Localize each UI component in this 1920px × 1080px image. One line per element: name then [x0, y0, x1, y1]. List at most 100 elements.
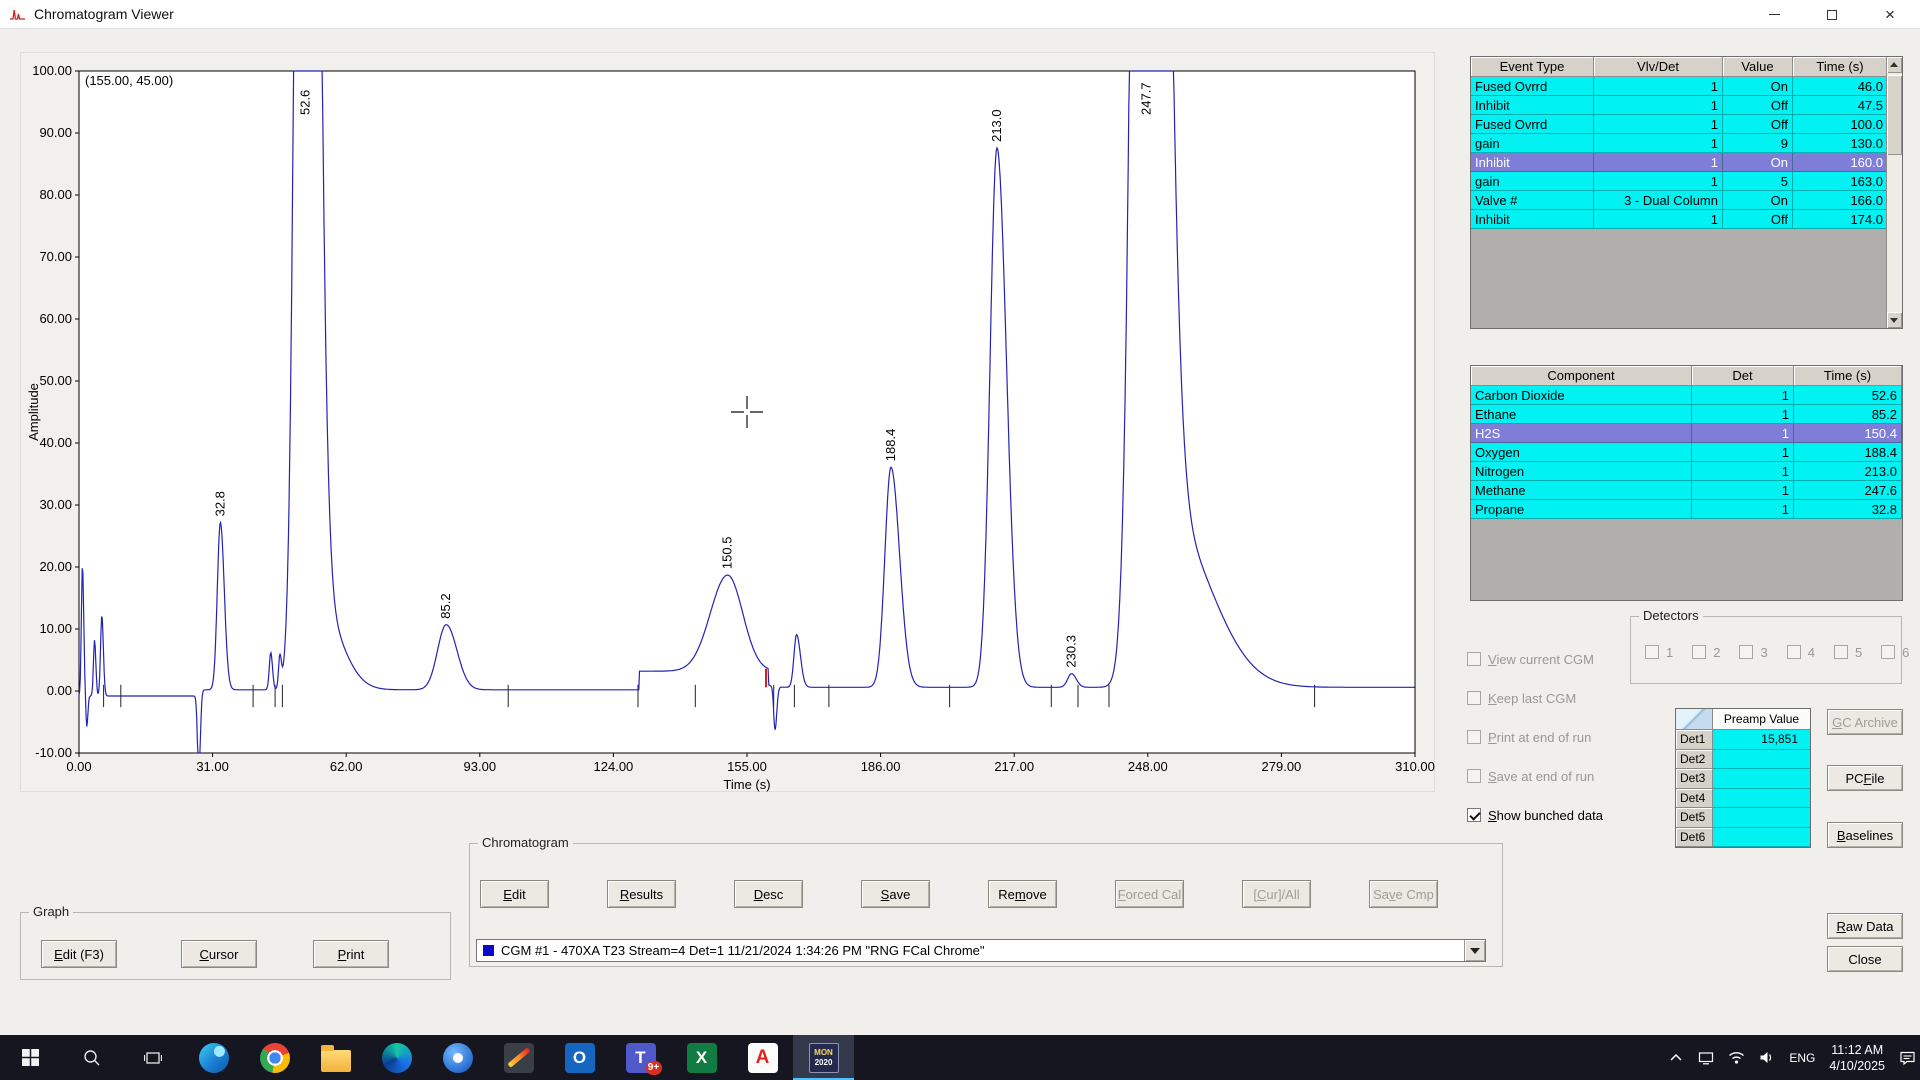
taskbar-clock[interactable]: 11:12 AM 4/10/2025: [1829, 1042, 1885, 1074]
table-cell[interactable]: 1: [1594, 96, 1723, 115]
remove-button[interactable]: Re m ove: [988, 880, 1057, 908]
scroll-up-button[interactable]: [1887, 57, 1902, 73]
table-cell[interactable]: 46.0: [1793, 77, 1888, 96]
table-cell[interactable]: 130.0: [1793, 134, 1888, 153]
event-table-row[interactable]: gain 1 9 130.0: [1471, 134, 1888, 153]
table-cell[interactable]: Propane: [1471, 500, 1692, 519]
table-cell[interactable]: 1: [1692, 462, 1794, 481]
taskbar-app-jabber[interactable]: [427, 1035, 488, 1080]
table-cell[interactable]: 1: [1594, 134, 1723, 153]
event-table-row[interactable]: gain 1 5 163.0: [1471, 172, 1888, 191]
scrollbar-thumb[interactable]: [1887, 75, 1902, 155]
table-cell[interactable]: 1: [1594, 77, 1723, 96]
minimize-button[interactable]: [1751, 0, 1797, 29]
checkbox-box-icon[interactable]: [1467, 652, 1481, 666]
graph-print-button[interactable]: Print: [313, 940, 389, 968]
taskbar-app-pen-tool[interactable]: [488, 1035, 549, 1080]
notification-center-icon[interactable]: [1899, 1050, 1916, 1066]
taskbar-app-teams[interactable]: 9+: [610, 1035, 671, 1080]
start-button[interactable]: [0, 1035, 61, 1080]
table-cell[interactable]: Off: [1723, 96, 1793, 115]
table-cell[interactable]: Ethane: [1471, 405, 1692, 424]
table-cell[interactable]: gain: [1471, 134, 1594, 153]
option-checkbox[interactable]: Print at end of run: [1467, 728, 1677, 746]
baselines-button[interactable]: Baselines: [1827, 822, 1903, 848]
component-table-row[interactable]: Oxygen 1 188.4: [1471, 443, 1902, 462]
desc-button[interactable]: Desc: [734, 880, 803, 908]
event-table-row[interactable]: Valve # 3 - Dual Column On 166.0: [1471, 191, 1888, 210]
table-cell[interactable]: Off: [1723, 115, 1793, 134]
option-checkbox[interactable]: Show bunched data: [1467, 806, 1677, 824]
table-cell[interactable]: 32.8: [1794, 500, 1902, 519]
table-cell[interactable]: Methane: [1471, 481, 1692, 500]
table-cell[interactable]: 150.4: [1794, 424, 1902, 443]
pc-file-button[interactable]: PC File: [1827, 765, 1903, 791]
table-cell[interactable]: 1: [1692, 481, 1794, 500]
event-table-row[interactable]: Inhibit 1 Off 47.5: [1471, 96, 1888, 115]
table-cell[interactable]: 247.6: [1794, 481, 1902, 500]
table-cell[interactable]: 1: [1594, 210, 1723, 229]
table-cell[interactable]: 1: [1594, 115, 1723, 134]
table-cell[interactable]: On: [1723, 77, 1793, 96]
checkbox-box-icon[interactable]: [1467, 730, 1481, 744]
checkbox-box-icon[interactable]: [1467, 808, 1481, 822]
table-cell[interactable]: 1: [1594, 172, 1723, 191]
table-cell[interactable]: 1: [1692, 443, 1794, 462]
taskbar-app-chrome[interactable]: [244, 1035, 305, 1080]
table-cell[interactable]: 1: [1692, 386, 1794, 405]
taskbar-app-mon2020[interactable]: MON 2020: [793, 1035, 854, 1080]
table-cell[interactable]: 213.0: [1794, 462, 1902, 481]
table-cell[interactable]: Inhibit: [1471, 210, 1594, 229]
checkbox-box-icon[interactable]: [1467, 691, 1481, 705]
graph-edit-button[interactable]: Edit (F3): [41, 940, 117, 968]
component-table-row[interactable]: Nitrogen 1 213.0: [1471, 462, 1902, 481]
table-cell[interactable]: 163.0: [1793, 172, 1888, 191]
table-cell[interactable]: 5: [1723, 172, 1793, 191]
table-cell[interactable]: 1: [1692, 424, 1794, 443]
option-checkbox[interactable]: Keep last CGM: [1467, 689, 1677, 707]
event-table-row[interactable]: Fused Ovrrd 1 On 46.0: [1471, 77, 1888, 96]
chromatogram-plot[interactable]: 100.00 90.00 80.00 70.00 60.00 50.00 40.00 30.0…: [21, 53, 1435, 792]
checkbox-box-icon[interactable]: [1467, 769, 1481, 783]
taskbar-app-webex[interactable]: [366, 1035, 427, 1080]
taskbar-app-excel[interactable]: [671, 1035, 732, 1080]
table-cell[interactable]: Fused Ovrrd: [1471, 77, 1594, 96]
option-checkbox[interactable]: Save at end of run: [1467, 767, 1677, 785]
table-cell[interactable]: 85.2: [1794, 405, 1902, 424]
component-table-row[interactable]: H2S 1 150.4: [1471, 424, 1902, 443]
taskbar-app-acrobat[interactable]: [732, 1035, 793, 1080]
event-table-row[interactable]: Inhibit 1 Off 174.0: [1471, 210, 1888, 229]
event-table-row[interactable]: Inhibit 1 On 160.0: [1471, 153, 1888, 172]
component-table-row[interactable]: Methane 1 247.6: [1471, 481, 1902, 500]
combobox-dropdown-button[interactable]: [1464, 940, 1485, 961]
table-cell[interactable]: Off: [1723, 210, 1793, 229]
tray-volume-icon[interactable]: [1759, 1050, 1775, 1065]
graph-cursor-button[interactable]: Cursor: [181, 940, 257, 968]
table-cell[interactable]: 100.0: [1793, 115, 1888, 134]
taskbar-app-edge[interactable]: [183, 1035, 244, 1080]
table-cell[interactable]: Valve #: [1471, 191, 1594, 210]
language-indicator[interactable]: ENG: [1789, 1051, 1815, 1065]
results-button[interactable]: Results: [607, 880, 676, 908]
table-cell[interactable]: 160.0: [1793, 153, 1888, 172]
table-cell[interactable]: 52.6: [1794, 386, 1902, 405]
table-cell[interactable]: Carbon Dioxide: [1471, 386, 1692, 405]
component-table-row[interactable]: Carbon Dioxide 1 52.6: [1471, 386, 1902, 405]
table-cell[interactable]: Nitrogen: [1471, 462, 1692, 481]
task-view-button[interactable]: [122, 1035, 183, 1080]
tray-chevron-up-icon[interactable]: [1668, 1051, 1684, 1065]
taskbar-app-file-explorer[interactable]: [305, 1035, 366, 1080]
table-cell[interactable]: Fused Ovrrd: [1471, 115, 1594, 134]
table-cell[interactable]: 1: [1692, 500, 1794, 519]
search-button[interactable]: [61, 1035, 122, 1080]
table-cell[interactable]: 166.0: [1793, 191, 1888, 210]
raw-data-button[interactable]: Raw Data: [1827, 913, 1903, 939]
taskbar-app-outlook[interactable]: [549, 1035, 610, 1080]
event-table-row[interactable]: Fused Ovrrd 1 Off 100.0: [1471, 115, 1888, 134]
maximize-button[interactable]: [1809, 0, 1855, 29]
tray-network-icon[interactable]: [1728, 1050, 1745, 1065]
table-cell[interactable]: Inhibit: [1471, 96, 1594, 115]
table-cell[interactable]: 188.4: [1794, 443, 1902, 462]
table-cell[interactable]: 47.5: [1793, 96, 1888, 115]
edit-button[interactable]: Edit: [480, 880, 549, 908]
